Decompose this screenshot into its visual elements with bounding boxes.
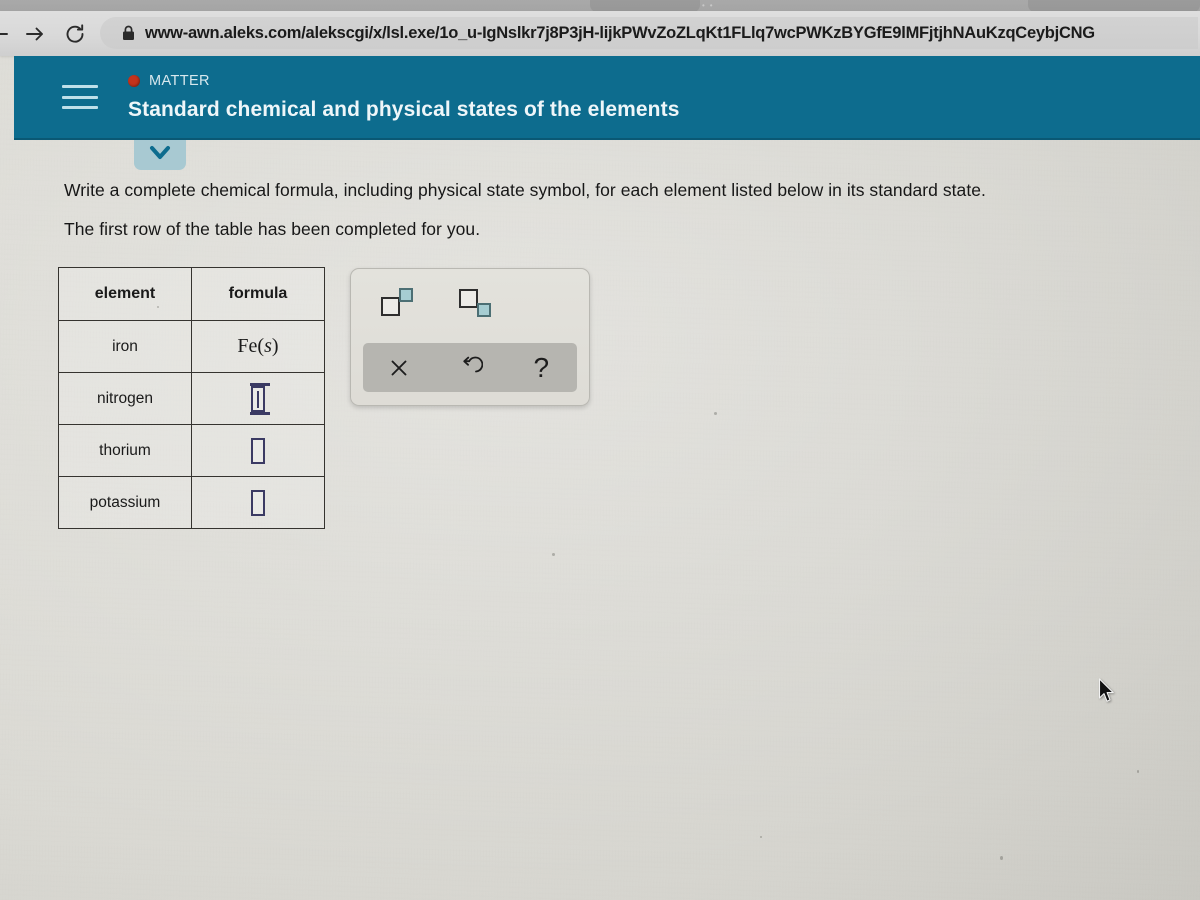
- address-bar-url: www-awn.aleks.com/alekscgi/x/lsl.exe/1o_…: [145, 24, 1095, 42]
- cell-formula-answer[interactable]: [191, 372, 325, 425]
- aleks-app-header: MATTER Standard chemical and physical st…: [14, 56, 1200, 140]
- table-row: nitrogen: [58, 372, 325, 425]
- page-title: Standard chemical and physical states of…: [128, 98, 680, 121]
- answer-input-nitrogen[interactable]: [250, 382, 270, 415]
- clear-button[interactable]: [363, 343, 434, 392]
- exercise-content: Write a complete chemical formula, inclu…: [14, 140, 1200, 900]
- formula-text-iron: Fe(s): [237, 335, 279, 357]
- lock-icon: [122, 25, 135, 41]
- topic-label: MATTER: [149, 73, 210, 89]
- help-question-mark-icon: ?: [533, 351, 550, 383]
- element-formula-table: element formula iron Fe(s) nitrogen thor…: [58, 267, 325, 529]
- back-arrow-icon: [0, 33, 8, 35]
- table-row: potassium: [58, 476, 325, 529]
- reload-button[interactable]: [60, 19, 90, 49]
- forward-button[interactable]: [20, 19, 50, 49]
- script-button-row: [351, 269, 589, 343]
- cell-formula-answer[interactable]: Fe(s): [191, 320, 325, 373]
- help-button[interactable]: ?: [506, 343, 577, 392]
- column-header-element: element: [58, 267, 192, 321]
- subscript-index-box-icon: [477, 303, 491, 317]
- cell-element-name: potassium: [58, 476, 192, 529]
- table-header-row: element formula: [58, 267, 325, 321]
- cell-element-name: nitrogen: [58, 372, 192, 425]
- close-icon: [391, 360, 407, 375]
- action-button-row: ?: [363, 343, 577, 392]
- instruction-line-2: The first row of the table has been comp…: [64, 219, 481, 239]
- undo-button[interactable]: [434, 343, 505, 392]
- cell-formula-answer[interactable]: [191, 424, 325, 477]
- subscript-button[interactable]: [457, 287, 509, 321]
- reload-icon: [66, 24, 84, 43]
- topic-dot-icon: [128, 75, 140, 87]
- table-row: iron Fe(s): [58, 320, 325, 373]
- hamburger-bar: [62, 85, 98, 88]
- superscript-base-box-icon: [381, 297, 400, 316]
- text-caret: [257, 390, 259, 408]
- browser-chrome: •• www-awn.aleks.com/alekscgi/x/lsl.exe/…: [0, 0, 1200, 56]
- instruction-line-1: Write a complete chemical formula, inclu…: [64, 180, 986, 200]
- cell-formula-answer[interactable]: [191, 476, 325, 529]
- math-input-toolbar: ?: [350, 268, 590, 406]
- cell-element-name: thorium: [58, 424, 192, 477]
- address-bar[interactable]: www-awn.aleks.com/alekscgi/x/lsl.exe/1o_…: [100, 17, 1198, 49]
- browser-toolbar: www-awn.aleks.com/alekscgi/x/lsl.exe/1o_…: [0, 11, 1200, 56]
- topic-block: MATTER Standard chemical and physical st…: [128, 72, 679, 122]
- status-badge: MATTER: [128, 72, 679, 90]
- table-row: thorium: [58, 424, 325, 477]
- tab-dots-indicator: ••: [702, 1, 718, 10]
- hamburger-bar: [62, 106, 98, 109]
- superscript-exponent-box-icon: [399, 288, 413, 302]
- back-button[interactable]: [0, 19, 14, 49]
- answer-input-thorium[interactable]: [251, 437, 265, 464]
- hamburger-bar: [62, 95, 98, 99]
- forward-arrow-icon: [26, 27, 43, 41]
- answer-input-potassium[interactable]: [251, 489, 265, 516]
- hamburger-menu-icon[interactable]: [62, 82, 98, 112]
- superscript-button[interactable]: [379, 287, 431, 321]
- undo-icon: [463, 356, 483, 372]
- cell-element-name: iron: [58, 320, 192, 373]
- column-header-formula: formula: [191, 267, 325, 321]
- subscript-base-box-icon: [459, 289, 478, 308]
